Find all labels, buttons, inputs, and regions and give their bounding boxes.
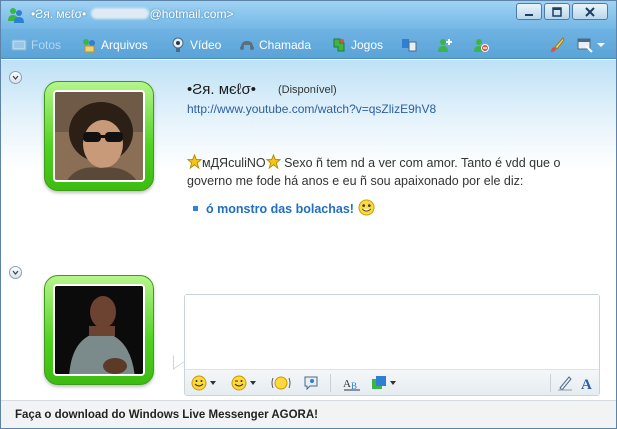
maximize-icon xyxy=(552,6,562,17)
call-button[interactable]: Chamada xyxy=(239,36,311,54)
handwriting-icon xyxy=(558,376,572,391)
display-menu-icon xyxy=(577,38,593,53)
collapse-contact-button[interactable] xyxy=(9,71,22,84)
minimize-icon xyxy=(525,13,533,16)
my-avatar[interactable] xyxy=(44,275,154,385)
text-style-icon: A xyxy=(581,377,592,391)
star-icon xyxy=(187,154,202,169)
paint-button[interactable] xyxy=(549,36,565,54)
maximize-button[interactable] xyxy=(544,3,570,20)
contact-status: (Disponível) xyxy=(278,84,337,96)
photos-label: Fotos xyxy=(31,38,62,52)
collapse-self-button[interactable] xyxy=(9,266,22,279)
smiley-emoticon-icon xyxy=(358,199,375,216)
background-icon xyxy=(372,376,386,389)
messenger-window: •Ƨя. мєℓσ• @hotmail.com> Fotos Arquivos xyxy=(0,0,617,429)
title-bar: •Ƨя. мєℓσ• @hotmail.com> xyxy=(1,1,616,29)
minimize-button[interactable] xyxy=(516,3,542,20)
voice-clip-icon xyxy=(304,376,318,391)
svg-text:A: A xyxy=(581,377,592,391)
video-button[interactable]: Vídeo xyxy=(170,36,221,54)
nudge-icon xyxy=(271,376,291,390)
games-label: Jogos xyxy=(351,38,384,52)
call-label: Chamada xyxy=(259,38,312,52)
my-photo-icon xyxy=(55,286,143,374)
close-icon xyxy=(585,6,595,17)
bullet-icon xyxy=(193,206,198,211)
redacted-email xyxy=(90,8,149,19)
contact-name: •Ƨя. мєℓσ• xyxy=(187,81,257,98)
chevron-down-icon xyxy=(12,270,19,276)
close-button[interactable] xyxy=(572,3,608,20)
download-promo-link[interactable]: Faça o download do Windows Live Messenge… xyxy=(15,409,318,421)
paint-icon xyxy=(551,37,565,52)
star-icon xyxy=(265,154,281,169)
emoticon-icon xyxy=(191,375,207,391)
games-button[interactable]: Jogos xyxy=(331,36,383,54)
chevron-down-icon xyxy=(597,43,605,47)
compose-toolbar: AB A xyxy=(185,369,599,395)
chevron-down-icon xyxy=(250,381,256,385)
chevron-down-icon xyxy=(12,75,19,81)
contact-personal-message-link[interactable]: http://www.youtube.com/watch?v=qsZlizE9h… xyxy=(187,102,436,116)
compose-box: AB A xyxy=(184,294,600,396)
wink-button[interactable] xyxy=(231,374,256,392)
games-icon xyxy=(333,38,345,52)
wink-icon xyxy=(231,375,247,391)
contact-avatar-image xyxy=(53,90,145,182)
nudge-button[interactable] xyxy=(271,374,291,392)
activities-icon xyxy=(402,39,417,52)
bullet-text: ó monstro das bolachas! xyxy=(206,202,354,216)
files-button[interactable]: Arquivos xyxy=(81,36,148,54)
block-button[interactable] xyxy=(473,36,489,54)
invite-icon xyxy=(438,39,452,52)
emoticon-button[interactable] xyxy=(191,374,216,392)
video-icon xyxy=(172,37,184,52)
toolbar-divider xyxy=(550,374,551,392)
font-button[interactable]: AB xyxy=(343,374,361,392)
handwriting-button[interactable] xyxy=(557,374,573,392)
window-title: •Ƨя. мєℓσ• @hotmail.com> xyxy=(31,7,233,21)
toolbar-divider xyxy=(330,374,331,392)
message-bullet: ó monstro das bolachas! xyxy=(193,199,375,216)
voice-clip-button[interactable] xyxy=(303,374,319,392)
chevron-down-icon xyxy=(210,381,216,385)
font-icon: AB xyxy=(343,378,360,391)
block-icon xyxy=(474,39,489,52)
contact-avatar[interactable] xyxy=(44,81,154,191)
background-button[interactable] xyxy=(371,374,396,392)
photos-icon xyxy=(11,39,27,51)
message-line-1: Sexo ñ tem nd a ver com amor. Tanto é vd… xyxy=(284,156,561,170)
window-controls xyxy=(516,3,608,20)
message-text: мДЯculiNO Sexo ñ tem nd a ver com amor. … xyxy=(187,154,607,190)
message-input[interactable] xyxy=(185,295,599,369)
contact-photo-icon xyxy=(55,92,143,180)
video-label: Vídeo xyxy=(190,38,222,52)
svg-text:A: A xyxy=(343,378,351,390)
photos-button[interactable]: Fotos xyxy=(11,36,61,54)
my-avatar-image xyxy=(53,284,145,376)
call-icon xyxy=(240,41,254,50)
sender-name: мДЯculiNO xyxy=(202,156,266,170)
files-label: Arquivos xyxy=(101,38,148,52)
display-menu-button[interactable] xyxy=(577,36,605,54)
text-style-button[interactable]: A xyxy=(580,374,596,392)
footer: Faça o download do Windows Live Messenge… xyxy=(1,400,616,428)
invite-button[interactable] xyxy=(437,36,453,54)
message-line-2: governo me fode há anos e eu ñ sou apaix… xyxy=(187,174,524,188)
chevron-down-icon xyxy=(390,381,396,385)
files-icon xyxy=(83,39,95,53)
title-email-domain: @hotmail.com> xyxy=(149,7,234,21)
activities-button[interactable] xyxy=(401,36,417,54)
messenger-icon xyxy=(8,8,24,23)
title-contact-name: •Ƨя. мєℓσ• xyxy=(31,7,87,21)
toolbar: Fotos Arquivos Vídeo Chamada Jogos xyxy=(1,29,616,59)
